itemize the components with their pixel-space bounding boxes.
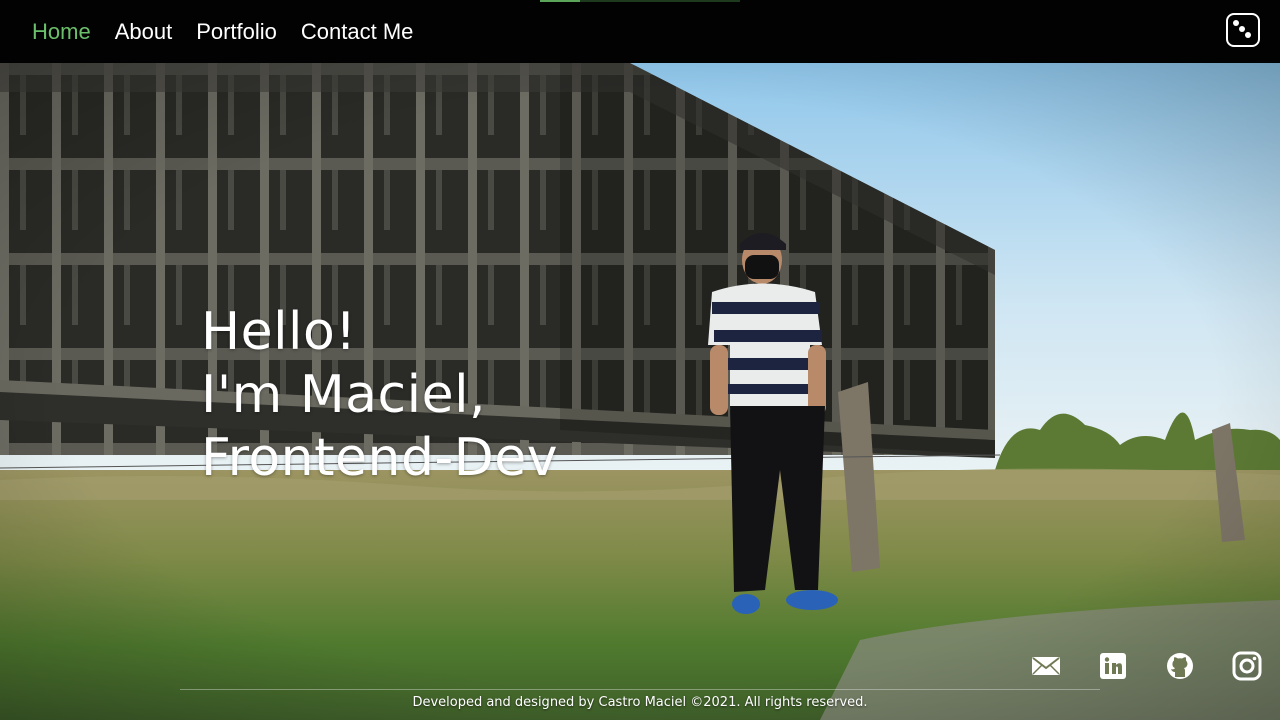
greeting-line-name: I'm Maciel, [201,365,487,425]
github-icon[interactable] [1164,650,1196,682]
greeting-line-role: Frontend-Dev [201,428,559,488]
hero-headline: Hello! I'm Maciel, Frontend-Dev [201,301,558,490]
nav-link-home[interactable]: Home [32,17,91,47]
hero-section: Hello! I'm Maciel, Frontend-Dev [0,63,1280,720]
footer-copyright: Developed and designed by Castro Maciel … [412,695,868,710]
footer-divider [180,689,1100,690]
social-links [1030,650,1263,682]
greeting-line-hello: Hello! [201,302,357,362]
nav-links: Home About Portfolio Contact Me [32,17,413,47]
hero-background-photo [0,63,1280,720]
nav-link-about[interactable]: About [115,17,173,47]
envelope-icon[interactable] [1030,650,1062,682]
scroll-progress-bar [540,0,740,2]
nav-link-contact[interactable]: Contact Me [301,17,414,47]
navbar: Home About Portfolio Contact Me [0,0,1280,63]
instagram-icon[interactable] [1231,650,1263,682]
dice-icon[interactable] [1226,13,1260,47]
nav-link-portfolio[interactable]: Portfolio [196,17,277,47]
linkedin-icon[interactable] [1097,650,1129,682]
